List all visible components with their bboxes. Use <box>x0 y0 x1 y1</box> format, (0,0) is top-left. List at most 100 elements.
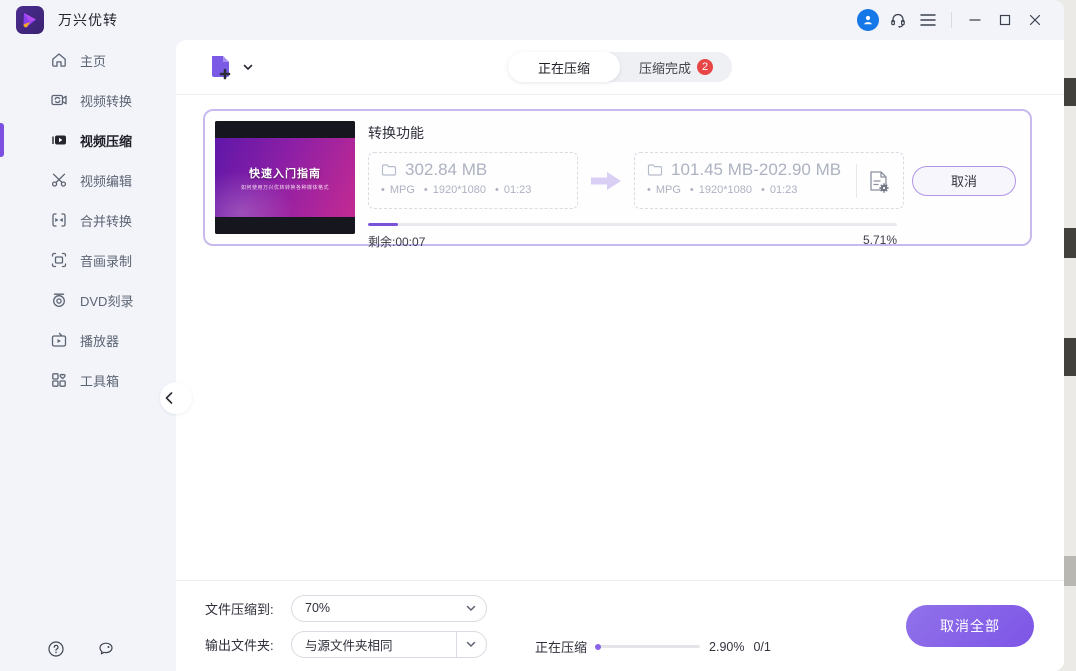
menu-button[interactable] <box>913 6 943 34</box>
compress-to-label: 文件压缩到: <box>205 601 274 617</box>
video-convert-icon <box>51 94 67 106</box>
thumbnail-subheading: 如何使用万兴优转转换各种媒体格式 <box>240 184 329 191</box>
minimize-button[interactable] <box>960 6 990 34</box>
add-files-button[interactable] <box>208 53 253 81</box>
overall-status: 正在压缩 2.90% 0/1 <box>535 637 771 656</box>
app-title: 万兴优转 <box>58 12 118 28</box>
target-file-info: 101.45 MB-202.90 MB MPG 1920*1080 01:23 <box>634 152 904 209</box>
content-area: 正在压缩 压缩完成 2 快速入门指南 如何使用万兴优转转换各种媒体格式 转换功能 <box>176 40 1064 671</box>
gear-glyph <box>879 183 889 193</box>
overall-progress-bar <box>595 643 701 650</box>
sidebar-item-label: 合并转换 <box>80 213 133 229</box>
feedback-icon <box>98 642 113 655</box>
task-percent: 5.71% <box>862 233 897 247</box>
status-label: 正在压缩 <box>535 640 588 655</box>
task-progress-bar <box>368 223 897 226</box>
sidebar-item-label: 工具箱 <box>80 373 120 389</box>
sidebar-item-label: 主页 <box>80 53 107 69</box>
task-title: 转换功能 <box>368 125 424 141</box>
chevron-down-icon <box>243 64 253 70</box>
headset-icon <box>891 13 905 28</box>
target-duration: 01:23 <box>761 184 797 196</box>
progress-dot <box>595 643 602 650</box>
compress-to-dropdown[interactable]: 70% <box>291 594 487 622</box>
tab-badge: 2 <box>697 59 713 75</box>
sidebar: 主页 视频转换 视频压缩 视频编辑 合并转换 音画录制 DVD刻录 播放器 工具… <box>0 40 192 671</box>
scissors-icon <box>51 173 67 187</box>
source-file-info: 302.84 MB MPG 1920*1080 01:23 <box>368 152 578 209</box>
user-avatar-icon <box>857 9 879 31</box>
status-percent: 2.90% <box>709 639 745 654</box>
source-duration: 01:23 <box>495 184 531 196</box>
compress-to-value: 70% <box>305 601 331 615</box>
sidebar-item-av-record[interactable]: 音画录制 <box>0 240 176 280</box>
dropdown-divider <box>456 631 457 657</box>
target-resolution: 1920*1080 <box>690 184 752 196</box>
add-file-icon <box>212 56 231 80</box>
sidebar-item-player[interactable]: 播放器 <box>0 320 176 360</box>
target-size: 101.45 MB-202.90 MB <box>671 160 842 179</box>
sidebar-item-label: 视频压缩 <box>80 133 133 149</box>
desktop-background-strip <box>1062 0 1076 671</box>
hamburger-icon <box>920 14 936 26</box>
source-format: MPG <box>381 184 415 196</box>
task-progress-fill <box>368 223 399 226</box>
close-button[interactable] <box>1020 6 1050 34</box>
feedback-button[interactable] <box>94 635 118 663</box>
tab-compress-done[interactable]: 压缩完成 2 <box>620 52 732 82</box>
sidebar-item-video-compress[interactable]: 视频压缩 <box>0 120 176 160</box>
sidebar-item-video-convert[interactable]: 视频转换 <box>0 80 176 120</box>
target-format: MPG <box>647 184 681 196</box>
arrow-right-icon <box>591 171 621 190</box>
chevron-left-icon <box>165 392 173 404</box>
desktop-artifact <box>1064 338 1076 376</box>
video-thumbnail: 快速入门指南 如何使用万兴优转转换各种媒体格式 <box>215 121 355 234</box>
sidebar-item-merge-convert[interactable]: 合并转换 <box>0 200 176 240</box>
account-button[interactable] <box>853 6 883 34</box>
task-card: 快速入门指南 如何使用万兴优转转换各种媒体格式 转换功能 302.84 MB •… <box>203 109 1032 249</box>
cancel-task-button[interactable]: 取消 <box>912 165 1016 196</box>
footer-bar: 文件压缩到: 70% 输出文件夹: 与源文件夹相同 正在压缩 2.90% 0/1… <box>176 580 1064 671</box>
output-folder-dropdown[interactable]: 与源文件夹相同 <box>291 630 487 658</box>
sidebar-item-video-edit[interactable]: 视频编辑 <box>0 160 176 200</box>
thumbnail-heading: 快速入门指南 <box>249 167 321 180</box>
home-icon <box>52 53 66 67</box>
source-resolution: 1920*1080 <box>424 184 486 196</box>
titlebar-separator <box>951 12 952 28</box>
toolbox-icon <box>52 373 66 387</box>
tab-group: 正在压缩 压缩完成 2 <box>508 52 732 82</box>
source-size: 302.84 MB <box>405 160 488 179</box>
help-icon <box>48 641 64 657</box>
sidebar-collapse-handle[interactable] <box>160 382 192 414</box>
output-settings-button[interactable] <box>867 169 891 195</box>
status-count: 0/1 <box>753 639 771 654</box>
app-logo-icon <box>16 6 44 34</box>
minimize-icon <box>969 19 981 21</box>
sidebar-item-dvd-burn[interactable]: DVD刻录 <box>0 280 176 320</box>
tab-compressing[interactable]: 正在压缩 <box>508 52 620 82</box>
titlebar: 万兴优转 <box>0 0 1064 40</box>
sidebar-item-label: 视频编辑 <box>80 173 133 189</box>
video-compress-icon <box>52 135 66 145</box>
folder-icon <box>381 164 397 176</box>
merge-convert-icon <box>52 213 66 227</box>
chevron-down-icon <box>466 641 476 647</box>
cancel-all-button[interactable]: 取消全部 <box>906 605 1034 647</box>
maximize-button[interactable] <box>990 6 1020 34</box>
dvd-disc-icon <box>53 293 65 307</box>
desktop-artifact <box>1064 556 1076 586</box>
sidebar-item-label: 视频转换 <box>80 93 133 109</box>
record-icon <box>51 252 67 268</box>
content-toolbar: 正在压缩 压缩完成 2 <box>176 40 1064 95</box>
output-folder-label: 输出文件夹: <box>205 637 274 653</box>
sidebar-item-home[interactable]: 主页 <box>0 40 176 80</box>
folder-icon <box>647 164 663 176</box>
sidebar-item-label: DVD刻录 <box>80 293 134 309</box>
sidebar-item-toolbox[interactable]: 工具箱 <box>0 360 176 400</box>
file-gear-icon <box>870 171 889 193</box>
desktop-artifact <box>1064 228 1076 258</box>
help-button[interactable] <box>44 635 68 663</box>
support-button[interactable] <box>883 6 913 34</box>
app-window: 万兴优转 主页 视频转换 视频压缩 视频编辑 合并转换 音画录制 DVD刻录 播… <box>0 0 1064 671</box>
tab-label: 压缩完成 <box>638 60 691 76</box>
